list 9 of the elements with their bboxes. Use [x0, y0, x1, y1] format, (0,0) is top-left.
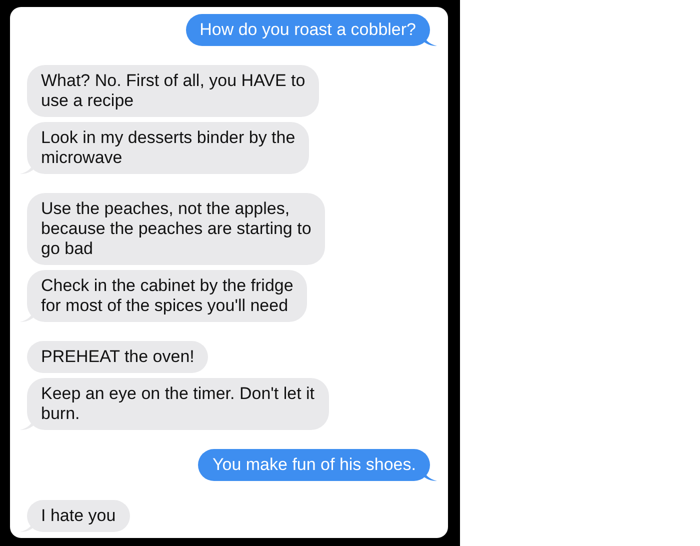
message-bubble: What? No. First of all, you HAVE to use a recipe — [27, 65, 320, 117]
message-bubble: Use the peaches, not the apples, because the peaches are starting to go bad — [27, 193, 326, 265]
message-bubble: PREHEAT the oven! — [27, 341, 208, 373]
message-bubble: You make fun of his shoes. — [198, 449, 430, 481]
message-bubble: Keep an eye on the timer. Don't let it burn. — [27, 378, 329, 430]
message-bubble: I hate you — [27, 500, 130, 532]
message-bubble: Check in the cabinet by the fridge for most of the spices you'll need — [27, 270, 308, 322]
message-bubble: Look in my desserts binder by the microwave — [27, 122, 310, 174]
message-bubble: How do you roast a cobbler? — [186, 14, 430, 46]
